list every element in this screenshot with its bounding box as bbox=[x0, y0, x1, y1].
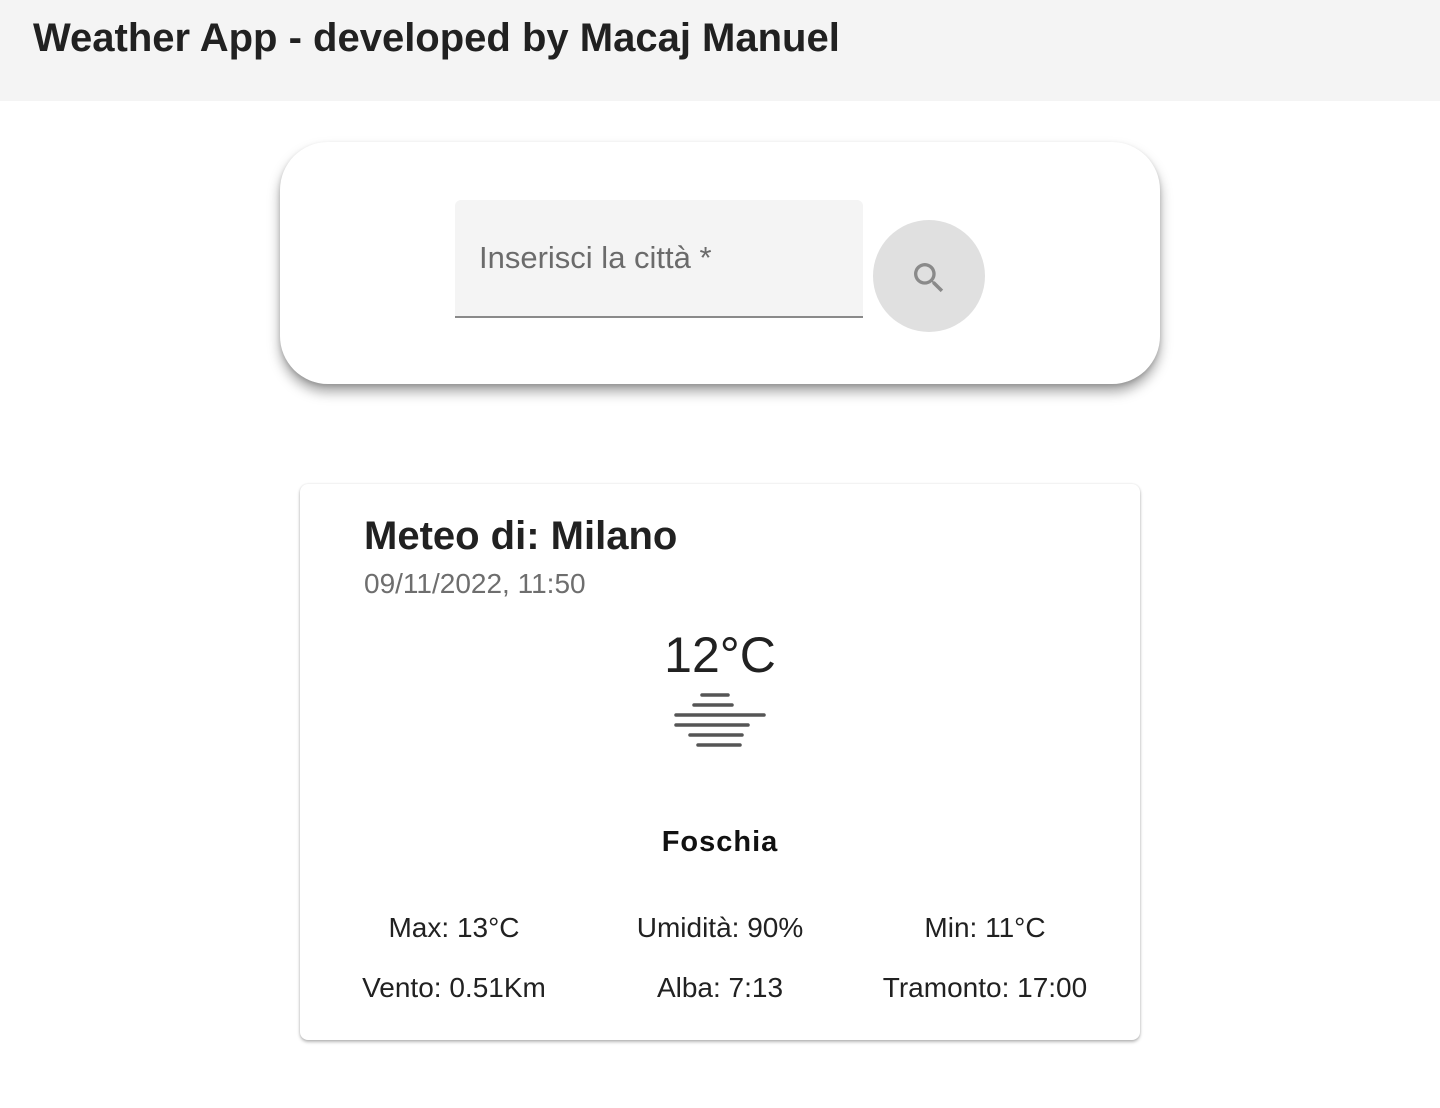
city-search-field[interactable] bbox=[455, 200, 863, 318]
search-card bbox=[280, 142, 1160, 384]
temperature: 12°C bbox=[664, 627, 776, 683]
city-title: Meteo di: Milano bbox=[364, 514, 678, 558]
search-button[interactable] bbox=[873, 220, 985, 332]
weather-datetime: 09/11/2022, 11:50 bbox=[364, 568, 586, 599]
fog-icon bbox=[674, 693, 766, 747]
search-icon bbox=[914, 263, 944, 293]
app-title: Weather App - developed by Macaj Manuel bbox=[33, 16, 840, 60]
weather-card: Meteo di: Milano 09/11/2022, 11:50 12°C … bbox=[300, 484, 1140, 1040]
app-bar: Weather App - developed by Macaj Manuel bbox=[0, 0, 1440, 101]
city-search-input[interactable] bbox=[455, 200, 863, 316]
max-temperature: Max: 13°C bbox=[388, 912, 520, 943]
weather-condition: Foschia bbox=[661, 826, 779, 858]
humidity: Umidità: 90% bbox=[636, 912, 804, 943]
min-temperature: Min: 11°C bbox=[924, 912, 1046, 943]
sunset-time: Tramonto: 17:00 bbox=[882, 972, 1088, 1003]
wind-speed: Vento: 0.51Km bbox=[362, 972, 546, 1003]
sunrise-time: Alba: 7:13 bbox=[656, 972, 784, 1003]
